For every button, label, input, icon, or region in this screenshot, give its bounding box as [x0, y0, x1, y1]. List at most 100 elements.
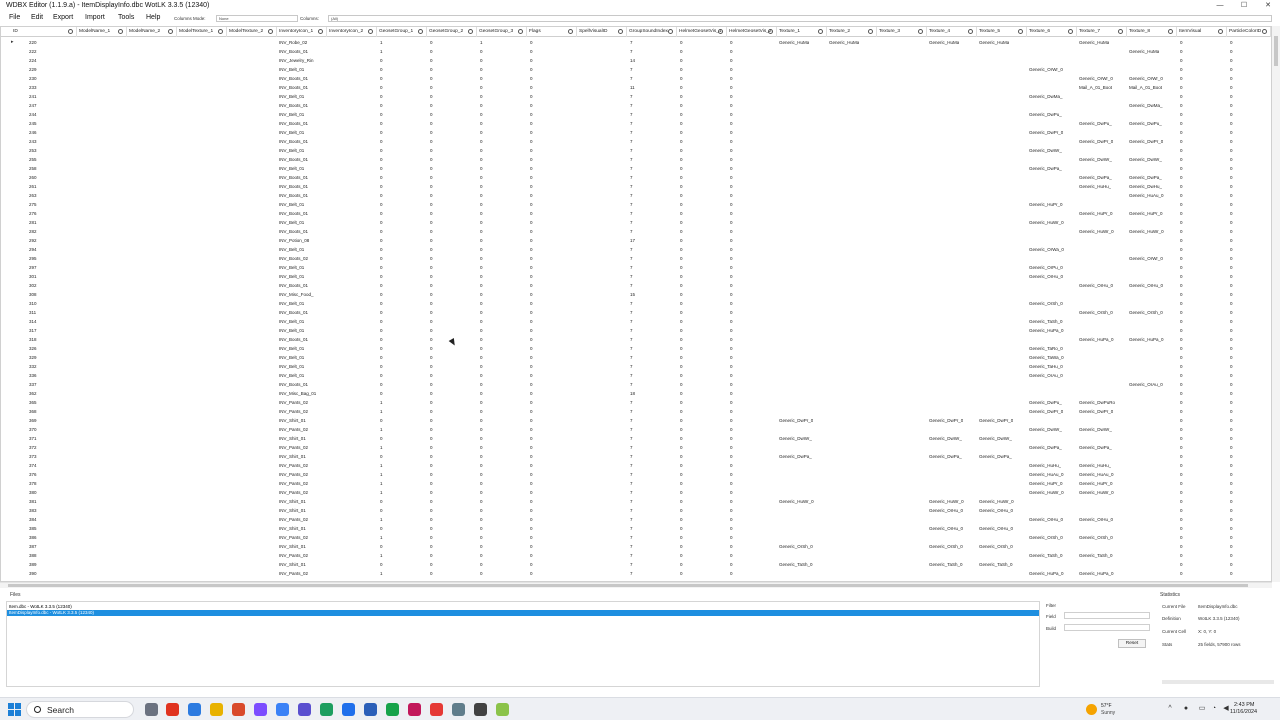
table-cell[interactable]: 0: [530, 344, 533, 353]
table-cell[interactable]: INV_Belt_01: [279, 245, 304, 254]
taskbar-app-icon[interactable]: [452, 703, 465, 716]
file-item-selected[interactable]: ItemDisplayInfo.dbc - WotLK 3.3.5 (12340…: [7, 610, 1039, 616]
table-cell[interactable]: 0: [1230, 182, 1233, 191]
table-cell[interactable]: 0: [1180, 236, 1183, 245]
table-cell[interactable]: 0: [530, 119, 533, 128]
table-cell[interactable]: 0: [530, 551, 533, 560]
table-cell[interactable]: 0: [480, 92, 483, 101]
table-cell[interactable]: 0: [730, 38, 733, 47]
column-header[interactable]: Texture_7: [1077, 27, 1127, 37]
table-cell[interactable]: 0: [730, 200, 733, 209]
table-cell[interactable]: 0: [430, 83, 433, 92]
table-row[interactable]: 276 INV_Boots_01 0 0 0 0 7 0 0 Generic_HuPr_0 Gene…: [1, 209, 1271, 218]
column-options-icon[interactable]: [768, 29, 773, 34]
table-cell[interactable]: 0: [730, 488, 733, 497]
table-row[interactable]: 374 INV_Pants_02 1 0 0 0 7 0 0 Generic_HuHu_ Gener…: [1, 461, 1271, 470]
weather-widget[interactable]: 57°F Sunny: [1086, 702, 1142, 718]
column-header[interactable]: Texture_4: [927, 27, 977, 37]
table-cell[interactable]: 7: [630, 470, 633, 479]
table-cell[interactable]: Generic_OrHu_0: [1079, 281, 1113, 290]
table-cell[interactable]: 0: [1230, 470, 1233, 479]
table-cell[interactable]: 0: [730, 389, 733, 398]
table-cell[interactable]: 7: [630, 488, 633, 497]
table-cell[interactable]: 0: [380, 371, 383, 380]
table-cell[interactable]: 7: [630, 254, 633, 263]
table-cell[interactable]: 0: [480, 281, 483, 290]
table-cell[interactable]: 7: [630, 551, 633, 560]
table-cell[interactable]: 0: [530, 137, 533, 146]
table-cell[interactable]: 255: [29, 155, 37, 164]
menu-import[interactable]: Import: [85, 14, 105, 21]
table-cell[interactable]: 387: [29, 542, 37, 551]
reset-button[interactable]: Reset: [1118, 639, 1146, 648]
table-cell[interactable]: INV_Belt_01: [279, 263, 304, 272]
table-cell[interactable]: 0: [680, 452, 683, 461]
vertical-scroll-thumb[interactable]: [1274, 36, 1278, 66]
table-cell[interactable]: 0: [1230, 146, 1233, 155]
table-cell[interactable]: 7: [630, 533, 633, 542]
table-cell[interactable]: 7: [630, 344, 633, 353]
table-cell[interactable]: 0: [430, 344, 433, 353]
table-cell[interactable]: 7: [630, 155, 633, 164]
table-cell[interactable]: 7: [630, 560, 633, 569]
table-cell[interactable]: 0: [1180, 191, 1183, 200]
table-cell[interactable]: 0: [730, 317, 733, 326]
table-cell[interactable]: Generic_HuAu_0: [1079, 470, 1114, 479]
table-cell[interactable]: 0: [430, 524, 433, 533]
table-cell[interactable]: Generic_DwPr_0: [779, 416, 813, 425]
table-cell[interactable]: 0: [1180, 434, 1183, 443]
table-cell[interactable]: 7: [630, 146, 633, 155]
table-cell[interactable]: 11: [630, 83, 635, 92]
table-cell[interactable]: 0: [730, 272, 733, 281]
table-cell[interactable]: Generic_OrHu_0: [1029, 272, 1063, 281]
table-cell[interactable]: INV_Belt_01: [279, 317, 304, 326]
table-cell[interactable]: 7: [630, 479, 633, 488]
table-cell[interactable]: 0: [680, 290, 683, 299]
table-cell[interactable]: 0: [430, 326, 433, 335]
table-cell[interactable]: 0: [1230, 443, 1233, 452]
column-header[interactable]: InventoryIcon_1: [277, 27, 327, 37]
table-cell[interactable]: Generic_DwPr_0: [1079, 137, 1113, 146]
table-cell[interactable]: 7: [630, 380, 633, 389]
table-cell[interactable]: Generic_TaSh_0: [1029, 317, 1063, 326]
column-header[interactable]: ParticleColorID: [1227, 27, 1271, 37]
vertical-scrollbar[interactable]: [1272, 26, 1280, 582]
taskbar-app-icon[interactable]: [210, 703, 223, 716]
table-cell[interactable]: 0: [680, 146, 683, 155]
table-cell[interactable]: 7: [630, 362, 633, 371]
table-cell[interactable]: 261: [29, 182, 37, 191]
table-cell[interactable]: 0: [1230, 290, 1233, 299]
table-cell[interactable]: 0: [680, 299, 683, 308]
table-cell[interactable]: 0: [1180, 209, 1183, 218]
menu-file[interactable]: File: [9, 14, 20, 21]
table-cell[interactable]: 0: [680, 263, 683, 272]
table-cell[interactable]: Generic_HuWr_0: [1129, 227, 1164, 236]
table-cell[interactable]: Generic_HuPr_0: [1029, 200, 1063, 209]
table-cell[interactable]: Generic_HuAu_0: [1029, 470, 1064, 479]
columns-mode-select[interactable]: None: [216, 15, 298, 22]
column-options-icon[interactable]: [68, 29, 73, 34]
table-row[interactable]: 229 INV_Belt_01 0 0 0 0 7 0 0 Generic_OrWr_0 0 0: [1, 65, 1271, 74]
horizontal-scroll-thumb[interactable]: [8, 584, 1248, 587]
table-cell[interactable]: 0: [1230, 380, 1233, 389]
table-cell[interactable]: 0: [1230, 56, 1233, 65]
table-cell[interactable]: 0: [480, 254, 483, 263]
table-cell[interactable]: Generic_TaSh_0: [1029, 551, 1063, 560]
table-row[interactable]: 275 INV_Belt_01 0 0 0 0 7 0 0 Generic_HuPr_0 0 0: [1, 200, 1271, 209]
taskbar-app-icon[interactable]: [408, 703, 421, 716]
table-cell[interactable]: 245: [29, 119, 37, 128]
column-options-icon[interactable]: [218, 29, 223, 34]
taskbar-app-icon[interactable]: [254, 703, 267, 716]
column-options-icon[interactable]: [618, 29, 623, 34]
table-cell[interactable]: INV_Boots_01: [279, 137, 308, 146]
table-cell[interactable]: 0: [380, 524, 383, 533]
table-cell[interactable]: Generic_HuMa: [929, 38, 959, 47]
table-cell[interactable]: Generic_DwWr_: [979, 434, 1012, 443]
table-cell[interactable]: 1: [380, 470, 383, 479]
table-cell[interactable]: 0: [530, 425, 533, 434]
table-cell[interactable]: Generic_OrSh_0: [979, 542, 1013, 551]
table-cell[interactable]: 7: [630, 299, 633, 308]
table-cell[interactable]: Generic_OrHu_0: [929, 524, 963, 533]
table-cell[interactable]: 0: [430, 506, 433, 515]
table-row[interactable]: 295 INV_Boots_02 0 0 0 0 7 0 0 Generic_OrWr_0 0 0: [1, 254, 1271, 263]
